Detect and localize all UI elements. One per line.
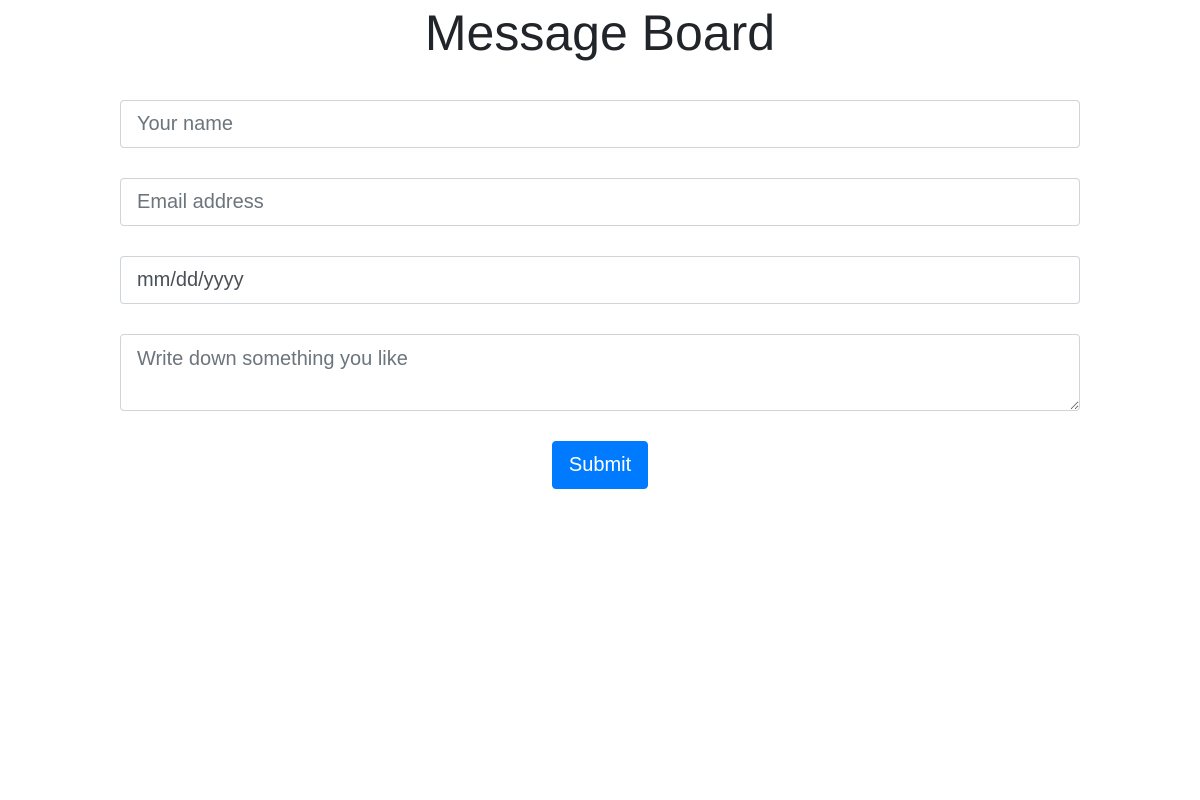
message-form: mm/dd/yyyy Submit [120, 100, 1080, 489]
date-input-text: mm/dd/yyyy [137, 268, 244, 291]
message-board-page: Message Board mm/dd/yyyy Submit [0, 0, 1200, 800]
submit-button[interactable]: Submit [551, 441, 649, 489]
name-input[interactable] [120, 100, 1080, 148]
message-textarea[interactable] [120, 334, 1080, 411]
page-title: Message Board [424, 5, 776, 61]
submit-container: Submit [120, 441, 1080, 489]
date-input[interactable]: mm/dd/yyyy [120, 256, 1080, 304]
email-input[interactable] [120, 178, 1080, 226]
